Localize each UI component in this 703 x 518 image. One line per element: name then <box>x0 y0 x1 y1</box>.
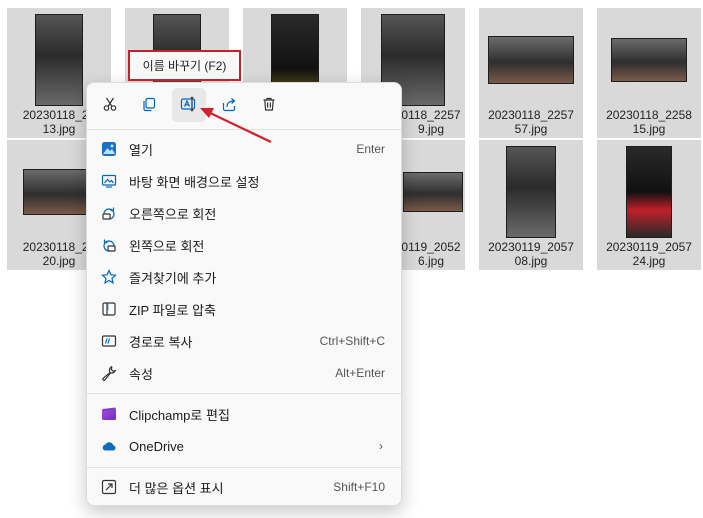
onedrive-icon <box>101 438 117 454</box>
menu-item-label: 왼쪽으로 회전 <box>129 238 205 254</box>
menu-item-label: 경로로 복사 <box>129 334 193 350</box>
file-name: 20230118_2258 15.jpg <box>606 108 692 136</box>
cut-icon <box>102 96 118 115</box>
photos-app-icon <box>101 141 117 157</box>
rename-icon <box>180 96 198 115</box>
file-name: 20230119_2057 08.jpg <box>488 240 574 268</box>
menu-item-add-favorites[interactable]: 즐겨찾기에 추가 <box>91 262 397 292</box>
menu-item-label: 즐겨찾기에 추가 <box>129 270 217 286</box>
menu-item-label: 속성 <box>129 366 153 382</box>
menu-item-rotate-right[interactable]: 오른쪽으로 회전 <box>91 198 397 228</box>
menu-item-label: 열기 <box>129 142 153 158</box>
menu-divider <box>87 129 401 130</box>
file-tile[interactable]: 20230118_2258 15.jpg <box>597 8 701 138</box>
menu-item-label: 바탕 화면 배경으로 설정 <box>129 174 260 190</box>
delete-icon <box>261 96 277 115</box>
delete-button[interactable] <box>252 88 286 122</box>
more-options-icon <box>101 479 117 495</box>
context-menu-iconbar <box>87 83 401 129</box>
menu-item-shortcut: Alt+Enter <box>335 366 385 380</box>
share-icon <box>221 96 237 115</box>
menu-item-compress-zip[interactable]: ZIP 파일로 압축 <box>91 294 397 324</box>
menu-divider <box>87 467 401 468</box>
rename-tooltip: 이름 바꾸기 (F2) <box>128 50 241 81</box>
copy-button[interactable] <box>132 88 166 122</box>
copy-path-icon <box>101 333 117 349</box>
thumbnail <box>597 144 701 240</box>
menu-item-label: 오른쪽으로 회전 <box>129 206 217 222</box>
rename-button[interactable] <box>172 88 206 122</box>
share-button[interactable] <box>212 88 246 122</box>
thumbnail <box>597 12 701 108</box>
menu-item-shortcut: Shift+F10 <box>333 480 385 494</box>
menu-item-label: ZIP 파일로 압축 <box>129 302 217 318</box>
menu-item-properties[interactable]: 속성 Alt+Enter <box>91 358 397 388</box>
context-menu: 열기 Enter 바탕 화면 배경으로 설정 오른쪽으로 회전 왼쪽으로 회전 … <box>86 82 402 506</box>
menu-item-label: OneDrive <box>129 438 184 454</box>
menu-divider <box>87 393 401 394</box>
menu-item-clipchamp[interactable]: Clipchamp로 편집 <box>91 399 397 429</box>
star-icon <box>101 269 117 285</box>
zip-folder-icon <box>101 301 117 317</box>
file-name: 20230119_2057 24.jpg <box>606 240 692 268</box>
menu-item-show-more-options[interactable]: 더 많은 옵션 표시 Shift+F10 <box>91 472 397 502</box>
rotate-right-icon <box>101 205 117 221</box>
copy-icon <box>141 96 157 115</box>
menu-item-onedrive[interactable]: OneDrive › <box>91 431 397 461</box>
clipchamp-icon <box>101 406 117 422</box>
file-tile[interactable]: 20230118_2257 57.jpg <box>479 8 583 138</box>
thumbnail <box>479 12 583 108</box>
chevron-right-icon: › <box>379 439 383 453</box>
wrench-icon <box>101 365 117 381</box>
file-tile[interactable]: 20230119_2057 08.jpg <box>479 140 583 270</box>
cut-button[interactable] <box>93 88 127 122</box>
thumbnail <box>479 144 583 240</box>
menu-item-copy-path[interactable]: 경로로 복사 Ctrl+Shift+C <box>91 326 397 356</box>
menu-item-shortcut: Ctrl+Shift+C <box>319 334 385 348</box>
file-tile[interactable]: 20230119_2057 24.jpg <box>597 140 701 270</box>
file-name: 20230118_2257 57.jpg <box>488 108 574 136</box>
menu-item-shortcut: Enter <box>356 142 385 156</box>
rotate-left-icon <box>101 237 117 253</box>
menu-item-rotate-left[interactable]: 왼쪽으로 회전 <box>91 230 397 260</box>
desktop-background-icon <box>101 173 117 189</box>
menu-item-label: Clipchamp로 편집 <box>129 407 230 423</box>
menu-item-set-desktop-background[interactable]: 바탕 화면 배경으로 설정 <box>91 166 397 196</box>
menu-item-label: 더 많은 옵션 표시 <box>129 480 224 496</box>
menu-item-open[interactable]: 열기 Enter <box>91 134 397 164</box>
